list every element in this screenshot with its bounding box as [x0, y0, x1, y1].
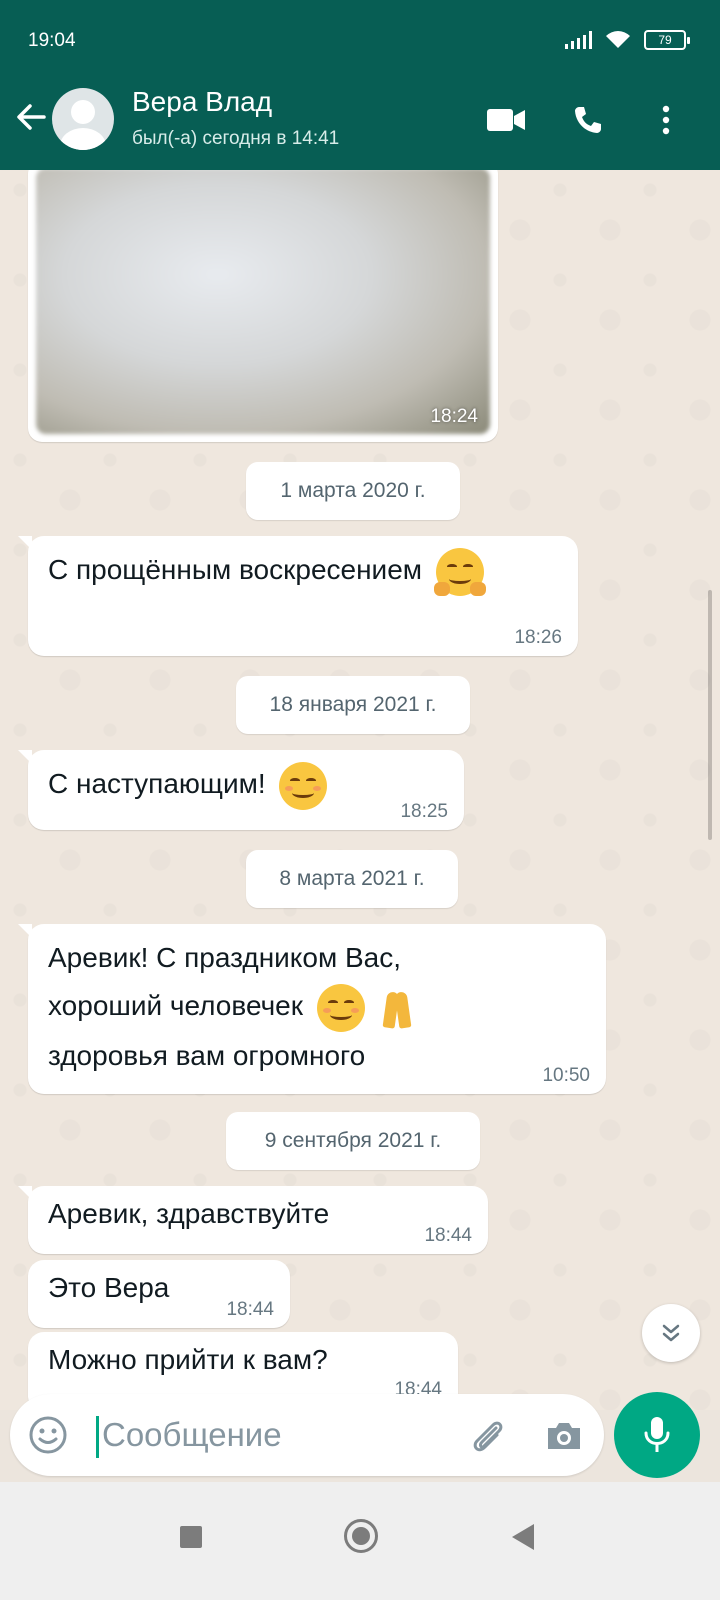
- message-bubble[interactable]: Аревик! С праздником Вас, хороший челове…: [18, 924, 606, 1094]
- message-text: Аревик, здравствуйте: [48, 1198, 330, 1229]
- message-time: 18:25: [400, 801, 448, 822]
- status-time: 19:04: [28, 30, 76, 51]
- date-divider: 8 марта 2021 г.: [246, 850, 458, 908]
- home-icon[interactable]: [344, 1519, 378, 1553]
- folded-hands-emoji: [379, 984, 417, 1032]
- message-text: Можно прийти к вам?: [48, 1344, 328, 1375]
- message-bubble[interactable]: Это Вера 18:44: [28, 1260, 290, 1328]
- message-bubble[interactable]: С прощённым воскресением 18:26: [18, 536, 578, 656]
- video-call-button[interactable]: [484, 98, 528, 142]
- message-input[interactable]: Сообщение: [102, 1416, 282, 1454]
- chat-area[interactable]: 18:24 1 марта 2020 г. С прощённым воскре…: [0, 170, 720, 1410]
- system-icons: 79: [565, 30, 690, 50]
- date-divider: 1 марта 2020 г.: [246, 462, 460, 520]
- app-header: 19:04 79 Вера Влад был(-а) сегодня в 14:…: [0, 0, 720, 170]
- more-vertical-icon: [662, 105, 670, 135]
- double-chevron-down-icon: [662, 1324, 680, 1342]
- message-bubble[interactable]: С наступающим! 18:25: [18, 750, 464, 830]
- recents-icon[interactable]: [180, 1526, 202, 1548]
- message-time: 18:44: [226, 1299, 274, 1320]
- message-bubble[interactable]: Аревик, здравствуйте 18:44: [18, 1186, 488, 1254]
- microphone-icon: [644, 1417, 670, 1452]
- system-back-icon[interactable]: [512, 1524, 534, 1550]
- smiling-face-emoji: [279, 761, 328, 810]
- voice-message-button[interactable]: [614, 1392, 700, 1478]
- date-divider: 9 сентября 2021 г.: [226, 1112, 480, 1170]
- attach-icon[interactable]: [466, 1414, 510, 1458]
- message-text-line: хороший человечек: [48, 990, 303, 1021]
- message-text-line: здоровья вам огромного: [48, 1039, 366, 1071]
- video-camera-icon: [487, 109, 525, 131]
- message-text-line: Аревик! С праздником Вас,: [48, 942, 401, 973]
- system-navigation-bar: [0, 1482, 720, 1600]
- image-message[interactable]: 18:24: [28, 170, 498, 442]
- message-time: 10:50: [542, 1065, 590, 1086]
- message-composer[interactable]: Сообщение: [10, 1394, 604, 1476]
- contact-avatar[interactable]: [52, 88, 114, 150]
- message-text: С наступающим!: [48, 768, 266, 799]
- message-time: 18:44: [424, 1225, 472, 1246]
- signal-icon: [565, 31, 592, 49]
- date-divider: 18 января 2021 г.: [236, 676, 470, 734]
- contact-name[interactable]: Вера Влад: [132, 86, 272, 118]
- back-arrow-icon[interactable]: [14, 100, 48, 134]
- smiling-face-emoji: [316, 983, 365, 1032]
- more-options-button[interactable]: [644, 98, 688, 142]
- message-text: Это Вера: [48, 1272, 170, 1303]
- text-cursor: [96, 1416, 99, 1458]
- chat-scrollbar[interactable]: [708, 590, 712, 840]
- camera-icon[interactable]: [544, 1416, 584, 1456]
- phone-icon: [575, 107, 601, 133]
- message-text: С прощённым воскресением: [48, 554, 423, 585]
- wifi-icon: [606, 31, 630, 48]
- contact-last-seen[interactable]: был(-а) сегодня в 14:41: [132, 128, 339, 150]
- blurred-photo[interactable]: [36, 170, 490, 434]
- message-time: 18:24: [430, 406, 478, 427]
- battery-icon: 79: [644, 30, 690, 50]
- emoji-icon[interactable]: [28, 1415, 68, 1455]
- hugging-face-emoji: [433, 547, 486, 596]
- voice-call-button[interactable]: [566, 98, 610, 142]
- scroll-to-bottom-button[interactable]: [642, 1304, 700, 1362]
- message-time: 18:26: [514, 627, 562, 648]
